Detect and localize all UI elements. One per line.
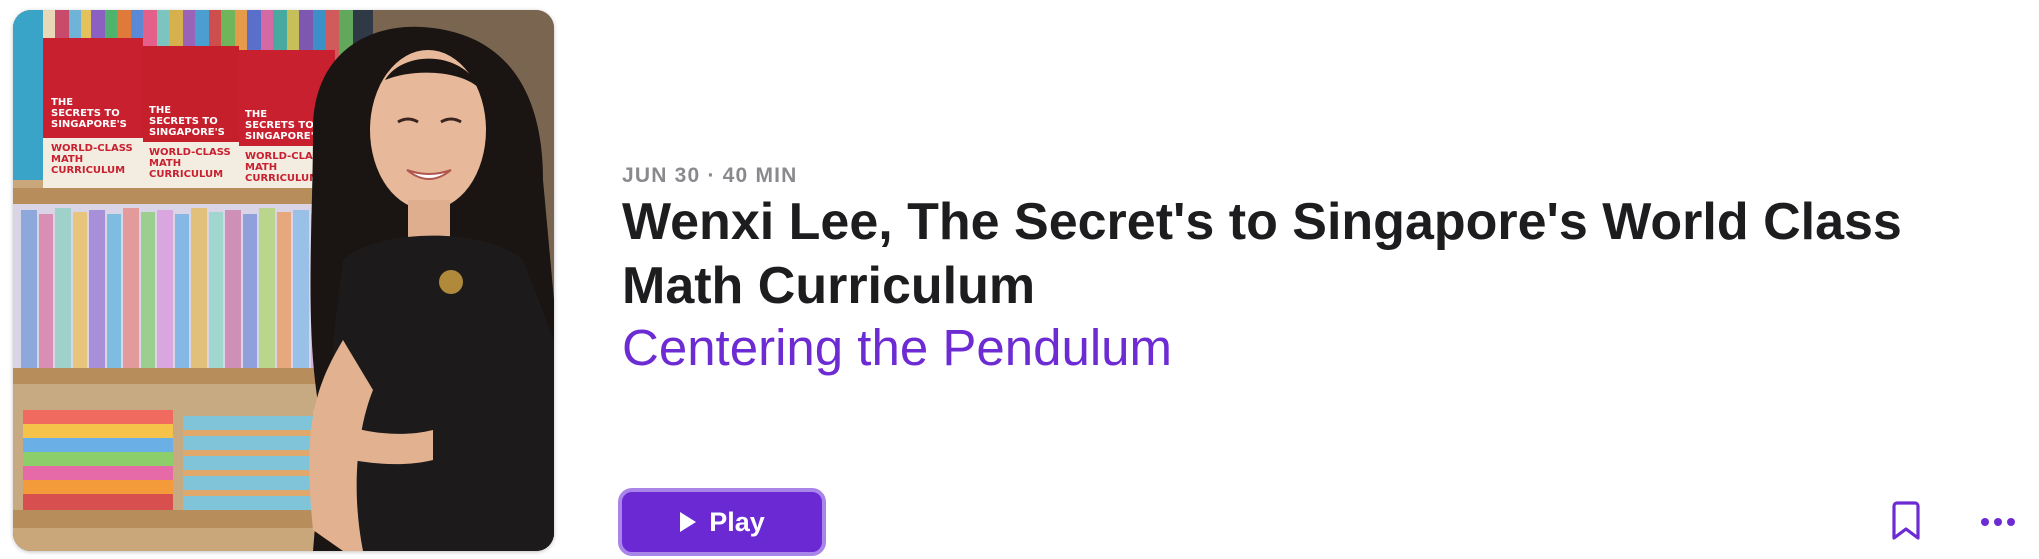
svg-text:THE: THE: [245, 109, 267, 120]
svg-text:MATH: MATH: [149, 158, 181, 169]
more-icon: [1978, 508, 2018, 536]
episode-title: Wenxi Lee, The Secret's to Singapore's W…: [622, 193, 1902, 315]
play-button-label: Play: [709, 506, 765, 537]
svg-text:SECRETS TO: SECRETS TO: [149, 116, 218, 127]
artwork-illustration: THE SECRETS TO SINGAPORE'S THE SECRETS T…: [13, 10, 554, 551]
svg-text:WORLD-CLASS: WORLD-CLASS: [51, 143, 133, 154]
svg-text:WORLD-CLASS: WORLD-CLASS: [149, 147, 231, 158]
svg-text:SINGAPORE'S: SINGAPORE'S: [245, 131, 321, 142]
play-button[interactable]: Play: [618, 488, 826, 556]
svg-text:THE: THE: [51, 97, 73, 108]
bookmark-button[interactable]: [1888, 498, 1924, 544]
svg-text:SECRETS TO: SECRETS TO: [51, 108, 120, 119]
bookmark-icon: [1888, 498, 1924, 544]
svg-text:MATH: MATH: [245, 162, 277, 173]
episode-meta: JUN 30 · 40 MIN: [622, 164, 798, 187]
svg-text:SINGAPORE'S: SINGAPORE'S: [149, 127, 225, 138]
svg-text:CURRICULUM: CURRICULUM: [245, 173, 319, 184]
svg-text:SECRETS TO: SECRETS TO: [245, 120, 314, 131]
svg-text:CURRICULUM: CURRICULUM: [149, 169, 223, 180]
show-name-link[interactable]: Centering the Pendulum: [622, 316, 1172, 380]
more-options-button[interactable]: [1978, 508, 2018, 536]
episode-artwork: THE SECRETS TO SINGAPORE'S THE SECRETS T…: [13, 10, 554, 551]
play-icon: [679, 511, 697, 533]
svg-text:MATH: MATH: [51, 154, 83, 165]
svg-text:THE: THE: [149, 105, 171, 116]
svg-text:SINGAPORE'S: SINGAPORE'S: [51, 119, 127, 130]
svg-text:CURRICULUM: CURRICULUM: [51, 165, 125, 176]
